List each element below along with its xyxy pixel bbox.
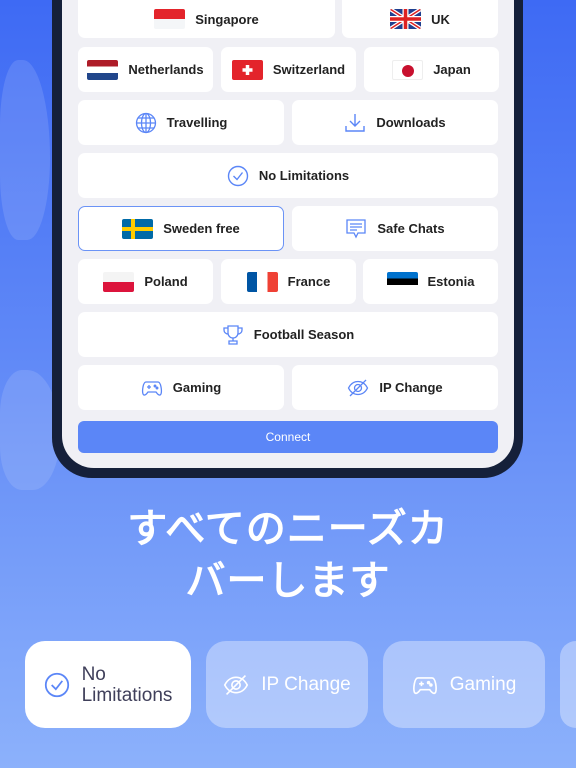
world-map-decoration: [0, 370, 60, 490]
card-label: Limitations: [81, 684, 173, 706]
card-label: IP Change: [261, 673, 351, 695]
download-icon: [345, 113, 366, 132]
tile-travelling[interactable]: Travelling: [78, 100, 284, 145]
label: Sweden free: [163, 221, 240, 236]
label: Downloads: [376, 115, 446, 130]
headline-line-1: すべてのニーズカ: [127, 507, 449, 551]
label: IP Change: [379, 380, 443, 395]
tile-sweden-free[interactable]: Sweden free: [78, 206, 284, 251]
card-no-limitations[interactable]: No Limitations: [25, 641, 191, 728]
uk-flag-icon: [390, 9, 422, 29]
card-label: No: [81, 663, 106, 685]
card-label: Gaming: [449, 673, 517, 695]
globe-icon: [135, 112, 156, 133]
tile-singapore[interactable]: Singapore: [78, 0, 335, 38]
label: UK: [431, 11, 450, 27]
label: Japan: [433, 62, 471, 77]
tile-no-limitations[interactable]: No Limitations: [78, 153, 498, 198]
label: Travelling: [166, 115, 228, 130]
label: Gaming: [172, 380, 222, 395]
label: Singapore: [195, 11, 259, 27]
tile-uk[interactable]: UK: [342, 0, 498, 38]
poland-flag-icon: [103, 271, 135, 292]
label: France: [287, 274, 331, 289]
trophy-icon: [223, 324, 243, 345]
label: Switzerland: [272, 62, 346, 77]
tile-safe-chats[interactable]: Safe Chats: [292, 206, 498, 251]
tile-estonia[interactable]: Estonia: [363, 259, 498, 304]
tile-ip-change[interactable]: IP Change: [292, 365, 498, 410]
headline-line-2: バーします: [185, 559, 391, 603]
card-gaming[interactable]: Gaming: [383, 641, 545, 728]
check-circle-icon: [227, 165, 249, 186]
card-partial[interactable]: [560, 641, 576, 728]
gamepad-icon: [412, 676, 437, 694]
card-ip-change[interactable]: IP Change: [206, 641, 368, 728]
tile-netherlands[interactable]: Netherlands: [78, 47, 213, 92]
connect-button[interactable]: Connect: [78, 421, 498, 453]
chat-icon: [346, 218, 367, 238]
switzerland-flag-icon: [231, 59, 263, 80]
world-map-decoration: [0, 60, 50, 240]
label: Netherlands: [128, 62, 204, 77]
tile-japan[interactable]: Japan: [364, 47, 499, 92]
tile-france[interactable]: France: [221, 259, 356, 304]
tile-poland[interactable]: Poland: [78, 259, 213, 304]
eye-slash-icon: [224, 674, 249, 695]
tile-football-season[interactable]: Football Season: [78, 312, 498, 357]
label: Football Season: [253, 327, 355, 342]
singapore-flag-icon: [154, 9, 186, 29]
label: No Limitations: [258, 168, 350, 183]
tile-downloads[interactable]: Downloads: [292, 100, 498, 145]
eye-slash-icon: [348, 379, 369, 396]
tile-switzerland[interactable]: Switzerland: [221, 47, 356, 92]
check-circle-icon: [44, 672, 69, 697]
estonia-flag-icon: [386, 271, 418, 292]
gamepad-icon: [141, 380, 162, 396]
label: Estonia: [427, 274, 475, 289]
netherlands-flag-icon: [87, 59, 119, 80]
sweden-flag-icon: [122, 218, 154, 239]
france-flag-icon: [246, 271, 278, 292]
label: Safe Chats: [377, 221, 445, 236]
japan-flag-icon: [392, 59, 424, 80]
tile-gaming[interactable]: Gaming: [78, 365, 284, 410]
label: Poland: [144, 274, 188, 289]
